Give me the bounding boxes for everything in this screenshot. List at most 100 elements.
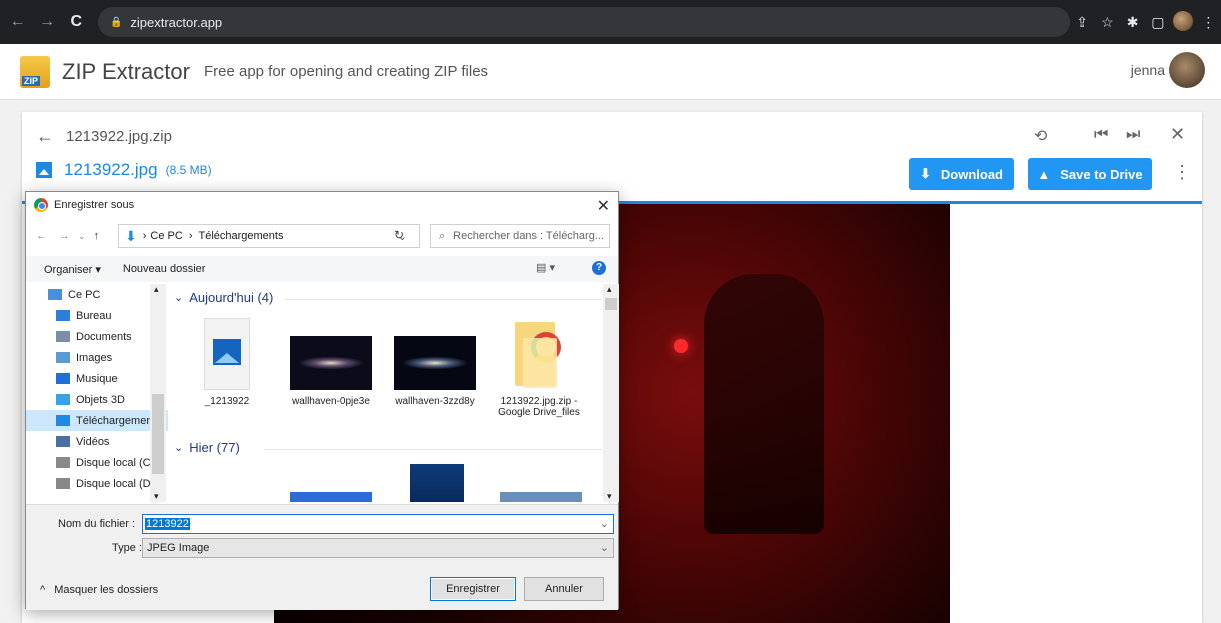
- filename-chevron-icon[interactable]: ⌄: [600, 517, 609, 530]
- dialog-toolbar: Organiser ▾ Nouveau dossier ▤ ▾ ?: [26, 256, 618, 282]
- files-scroll-thumb[interactable]: [605, 298, 617, 310]
- search-input[interactable]: ⌕ Rechercher dans : Télécharg...: [430, 224, 610, 248]
- nav-item-label: Bureau: [76, 309, 112, 322]
- caret-up-icon: ^: [40, 584, 46, 596]
- address-bar[interactable]: 🔒 zipextractor.app: [97, 7, 1070, 37]
- group-divider: [284, 299, 602, 300]
- preview-sun: [674, 339, 688, 353]
- file-item-label: 1213922.jpg.zip - Google Drive_files: [498, 396, 580, 418]
- computer-icon: [48, 289, 62, 300]
- organise-button[interactable]: Organiser ▾: [44, 263, 101, 276]
- path-box[interactable]: ⬇ › Ce PC › Téléchargements ⌄: [118, 224, 420, 248]
- dialog-footer: Nom du fichier : 1213922 ⌄ Type : JPEG I…: [26, 504, 618, 610]
- nav-item[interactable]: Disque local (D:): [26, 473, 168, 494]
- cancel-button[interactable]: Annuler: [524, 577, 604, 601]
- drive-icon: [56, 457, 70, 468]
- download-label: Download: [940, 166, 1003, 182]
- nav-item[interactable]: Musique: [26, 368, 168, 389]
- nav-item[interactable]: Images: [26, 347, 168, 368]
- save-to-drive-label: Save to Drive: [1060, 166, 1143, 182]
- nav-item[interactable]: Bureau: [26, 305, 168, 326]
- back-icon[interactable]: ←: [36, 126, 54, 147]
- file-item[interactable]: wallhaven-0pje3e: [286, 318, 376, 407]
- more-options-icon[interactable]: ⋮: [1173, 162, 1191, 183]
- save-button[interactable]: Enregistrer: [430, 577, 516, 601]
- dialog-titlebar: Enregistrer sous ✕: [26, 192, 618, 218]
- next-icon[interactable]: ⏭: [1126, 126, 1140, 144]
- files-scrollbar[interactable]: ▴ ▾: [603, 284, 619, 502]
- logo-text: ZIP: [22, 75, 41, 86]
- filename-input[interactable]: 1213922 ⌄: [142, 514, 614, 534]
- scroll-up-icon[interactable]: ▴: [154, 284, 159, 295]
- dialog-title: Enregistrer sous: [54, 199, 135, 211]
- file-item[interactable]: 1213922.jpg.zip - Google Drive_files: [494, 318, 584, 418]
- nav-item-label: Téléchargements: [76, 414, 161, 427]
- path-segment[interactable]: Ce PC: [150, 230, 182, 242]
- archive-name: 1213922.jpg.zip: [66, 128, 172, 145]
- nav-item[interactable]: Vidéos: [26, 431, 168, 452]
- zip-logo-icon: ZIP: [20, 55, 50, 88]
- user-name: jenna: [1130, 62, 1165, 78]
- images-icon: [56, 352, 70, 363]
- galaxy-thumbnail: [394, 336, 476, 390]
- dialog-back-icon[interactable]: ←: [36, 230, 47, 242]
- help-icon[interactable]: ?: [592, 261, 606, 275]
- user-avatar[interactable]: [1169, 52, 1205, 88]
- close-icon[interactable]: ✕: [1170, 124, 1185, 145]
- refresh-icon[interactable]: ↻: [394, 228, 404, 242]
- videos-icon: [56, 436, 70, 447]
- back-arrow-icon[interactable]: ←: [6, 13, 29, 31]
- nav-item[interactable]: Documents: [26, 326, 168, 347]
- nav-item[interactable]: Disque local (C:): [26, 452, 168, 473]
- file-name: 1213922.jpg: [64, 160, 158, 179]
- forward-arrow-icon[interactable]: →: [35, 13, 58, 31]
- nav-scrollbar[interactable]: ▴ ▾: [150, 284, 166, 502]
- nav-item[interactable]: Objets 3D: [26, 389, 168, 410]
- nav-item[interactable]: Téléchargements: [26, 410, 168, 431]
- file-thumbnail[interactable]: [290, 492, 372, 502]
- previous-icon[interactable]: ⏮: [1094, 126, 1108, 144]
- desktop-icon: [56, 310, 70, 321]
- path-segment[interactable]: Téléchargements: [198, 230, 283, 242]
- app-header: ZIP ZIP Extractor Free app for opening a…: [0, 44, 1221, 100]
- scroll-up-icon[interactable]: ▴: [607, 284, 612, 295]
- folder-icon: [509, 318, 569, 390]
- nav-scroll-thumb[interactable]: [152, 394, 164, 474]
- recent-chevron-icon[interactable]: ⌄: [78, 231, 86, 242]
- new-folder-button[interactable]: Nouveau dossier: [123, 263, 206, 275]
- navigation-pane: Ce PC Bureau Documents Images Musique Objets …: [26, 284, 168, 502]
- extensions-icon[interactable]: ✱: [1120, 14, 1145, 31]
- group-label: Aujourd'hui (4): [189, 290, 274, 305]
- type-select[interactable]: JPEG Image ⌄: [142, 538, 614, 558]
- download-button[interactable]: ⬇ Download: [909, 158, 1014, 190]
- star-icon[interactable]: ☆: [1095, 14, 1120, 31]
- dialog-forward-icon[interactable]: →: [59, 230, 70, 242]
- group-yesterday[interactable]: ⌄ Hier (77): [174, 440, 240, 455]
- rotate-icon[interactable]: ⟲: [1034, 126, 1047, 146]
- up-arrow-icon[interactable]: ↑: [94, 230, 100, 242]
- group-today[interactable]: ⌄ Aujourd'hui (4): [174, 290, 273, 305]
- profile-avatar[interactable]: [1171, 10, 1196, 34]
- share-icon[interactable]: ⇪: [1070, 14, 1095, 31]
- reload-icon[interactable]: C: [65, 13, 88, 31]
- documents-icon: [56, 331, 70, 342]
- nav-item[interactable]: Ce PC: [26, 284, 168, 305]
- file-row: 1213922.jpg (8.5 MB): [36, 160, 212, 180]
- sidepanel-icon[interactable]: ▢: [1145, 14, 1170, 31]
- browser-toolbar: ← → C 🔒 zipextractor.app ⇪ ☆ ✱ ▢ ⋮: [0, 0, 1221, 44]
- nav-item-label: Documents: [76, 330, 132, 343]
- dialog-close-icon[interactable]: ✕: [597, 196, 610, 216]
- menu-dots-icon[interactable]: ⋮: [1196, 14, 1221, 31]
- file-item[interactable]: wallhaven-3zzd8y: [390, 318, 480, 407]
- scroll-down-icon[interactable]: ▾: [607, 491, 612, 502]
- save-to-drive-button[interactable]: ▲ Save to Drive: [1028, 158, 1152, 190]
- file-thumbnail[interactable]: [410, 464, 464, 502]
- path-sep-icon: ›: [188, 230, 193, 242]
- scroll-down-icon[interactable]: ▾: [154, 491, 159, 502]
- view-options-icon[interactable]: ▤ ▾: [536, 261, 555, 274]
- file-thumbnail[interactable]: [500, 492, 582, 502]
- music-icon: [56, 373, 70, 384]
- nav-item-label: Objets 3D: [76, 393, 125, 406]
- file-item[interactable]: _1213922: [182, 318, 272, 407]
- hide-folders-toggle[interactable]: ^ Masquer les dossiers: [40, 584, 158, 596]
